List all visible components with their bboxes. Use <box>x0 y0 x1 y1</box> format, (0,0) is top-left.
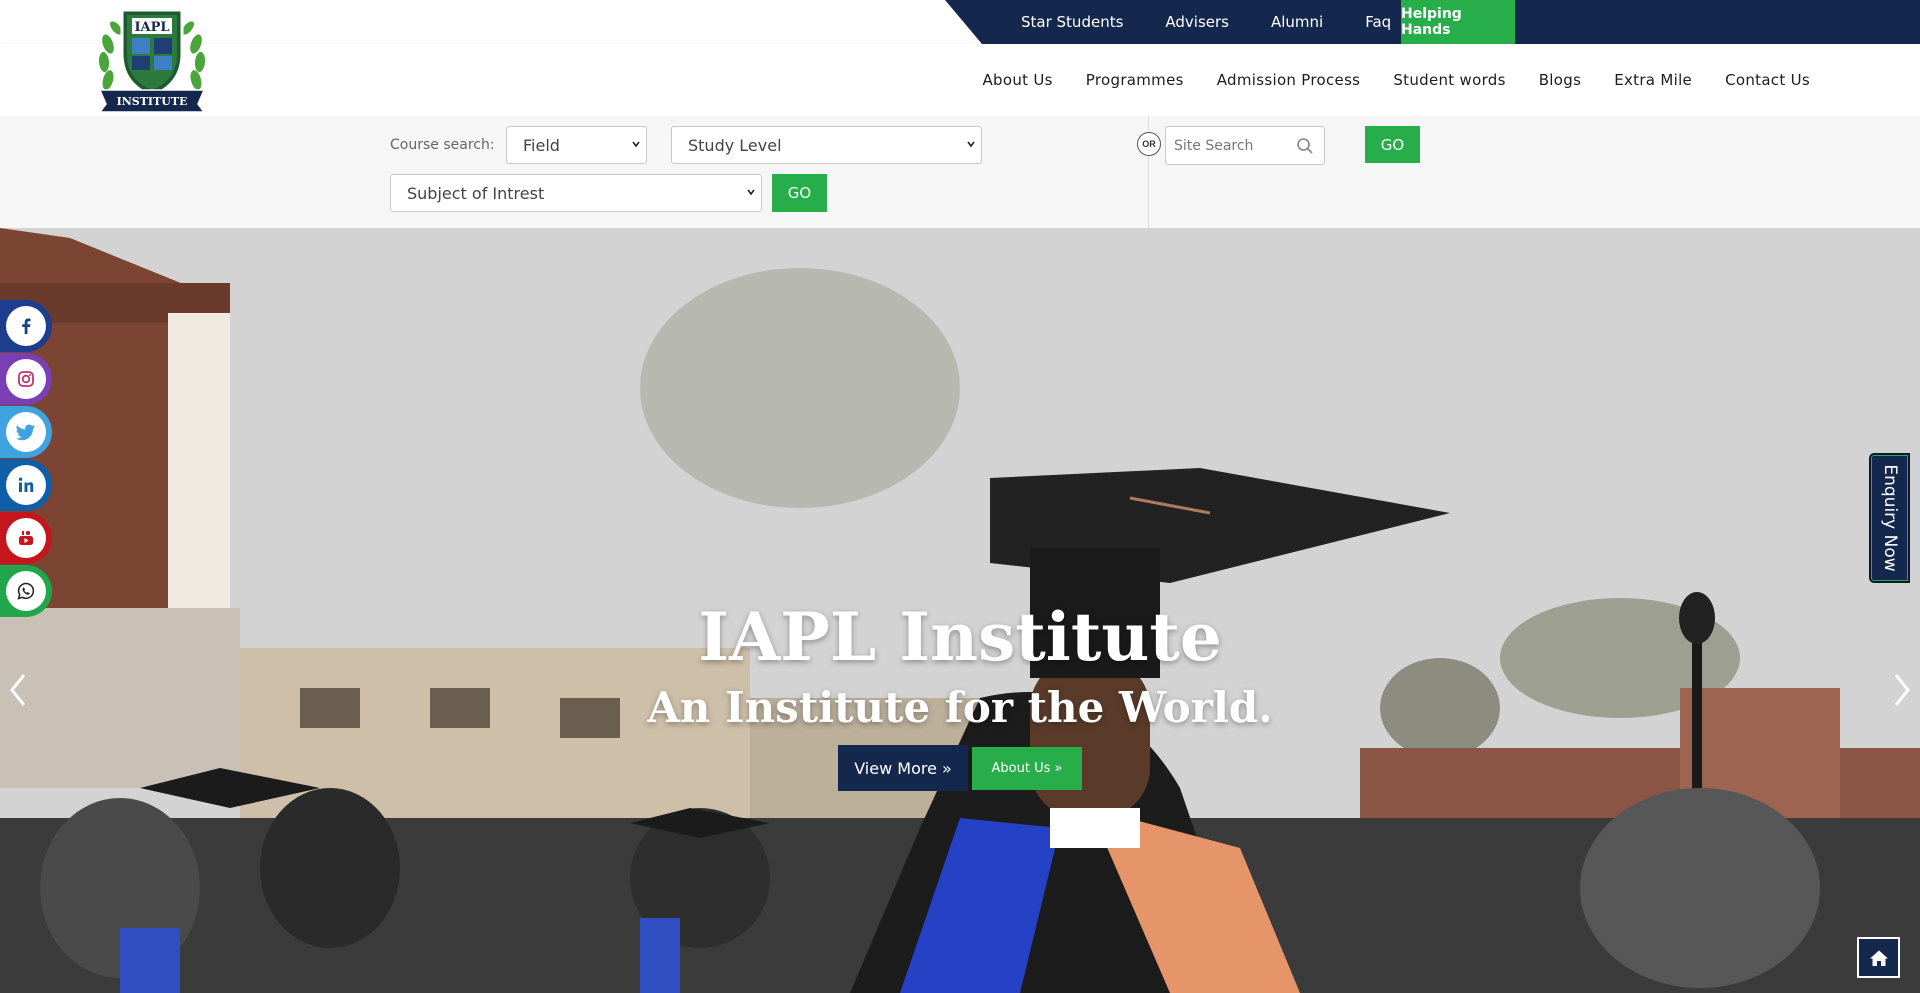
nav-admission-process[interactable]: Admission Process <box>1217 71 1361 89</box>
nav-student-words[interactable]: Student words <box>1393 71 1505 89</box>
instagram-icon <box>6 359 46 399</box>
helping-hands-button[interactable]: Helping Hands <box>1401 0 1515 44</box>
facebook-icon <box>6 306 46 346</box>
svg-text:INSTITUTE: INSTITUTE <box>117 95 188 108</box>
home-button[interactable] <box>1857 937 1900 978</box>
toplink-advisers[interactable]: Advisers <box>1165 0 1229 44</box>
toplink-star-students[interactable]: Star Students <box>1021 0 1123 44</box>
toplink-alumni[interactable]: Alumni <box>1271 0 1323 44</box>
nav-blogs[interactable]: Blogs <box>1539 71 1581 89</box>
nav-about-us[interactable]: About Us <box>982 71 1052 89</box>
field-select[interactable]: Field <box>506 126 647 164</box>
nav-programmes[interactable]: Programmes <box>1086 71 1184 89</box>
home-icon <box>1869 950 1888 966</box>
field-select-value: Field <box>523 135 560 155</box>
site-search-go-button[interactable]: GO <box>1365 126 1420 163</box>
chevron-left-icon[interactable] <box>8 673 28 707</box>
nav-extra-mile[interactable]: Extra Mile <box>1614 71 1692 89</box>
whatsapp-link[interactable] <box>0 565 52 617</box>
youtube-link[interactable] <box>0 512 52 564</box>
or-badge: OR <box>1137 132 1161 156</box>
chevron-down-icon <box>632 141 640 148</box>
chevron-right-icon[interactable] <box>1892 673 1912 707</box>
linkedin-link[interactable] <box>0 459 52 511</box>
study-level-select-value: Study Level <box>688 135 782 155</box>
course-search-go-button[interactable]: GO <box>772 174 827 212</box>
instagram-link[interactable] <box>0 353 52 405</box>
subject-select-value: Subject of Intrest <box>407 183 545 203</box>
enquiry-now-tab[interactable]: Enquiry Now <box>1869 453 1910 583</box>
facebook-link[interactable] <box>0 300 52 352</box>
svg-text:IAPL: IAPL <box>134 20 169 35</box>
study-level-select[interactable]: Study Level <box>671 126 982 164</box>
chevron-down-icon <box>967 141 975 148</box>
chevron-down-icon <box>747 189 755 196</box>
site-search-input[interactable]: Site Search <box>1165 126 1325 165</box>
top-utility-links: Star Students Advisers Alumni Faq <box>1000 0 1412 44</box>
search-icon[interactable] <box>1296 137 1314 155</box>
twitter-link[interactable] <box>0 406 52 458</box>
hero-subtitle: An Institute for the World. <box>647 683 1273 732</box>
toplink-faq[interactable]: Faq <box>1365 0 1391 44</box>
youtube-icon <box>6 518 46 558</box>
main-navigation: About Us Programmes Admission Process St… <box>0 44 1920 116</box>
hero-title: IAPL Institute <box>698 598 1222 676</box>
main-nav-links: About Us Programmes Admission Process St… <box>949 44 1810 116</box>
course-search-bar: Course search: Field Study Level Subject… <box>0 116 1920 228</box>
hero-slider: IAPL Institute An Institute for the Worl… <box>0 228 1920 993</box>
subject-select[interactable]: Subject of Intrest <box>390 174 762 212</box>
site-search-placeholder: Site Search <box>1174 137 1254 154</box>
view-more-button[interactable]: View More » <box>838 745 968 791</box>
linkedin-icon <box>6 465 46 505</box>
enquiry-now-label: Enquiry Now <box>1879 464 1900 572</box>
twitter-icon <box>6 412 46 452</box>
whatsapp-icon <box>6 571 46 611</box>
course-search-label: Course search: <box>390 137 495 153</box>
iapl-logo[interactable]: IAPL INSTITUTE <box>94 4 210 116</box>
hero-about-us-button[interactable]: About Us » <box>972 747 1082 790</box>
nav-contact-us[interactable]: Contact Us <box>1725 71 1810 89</box>
